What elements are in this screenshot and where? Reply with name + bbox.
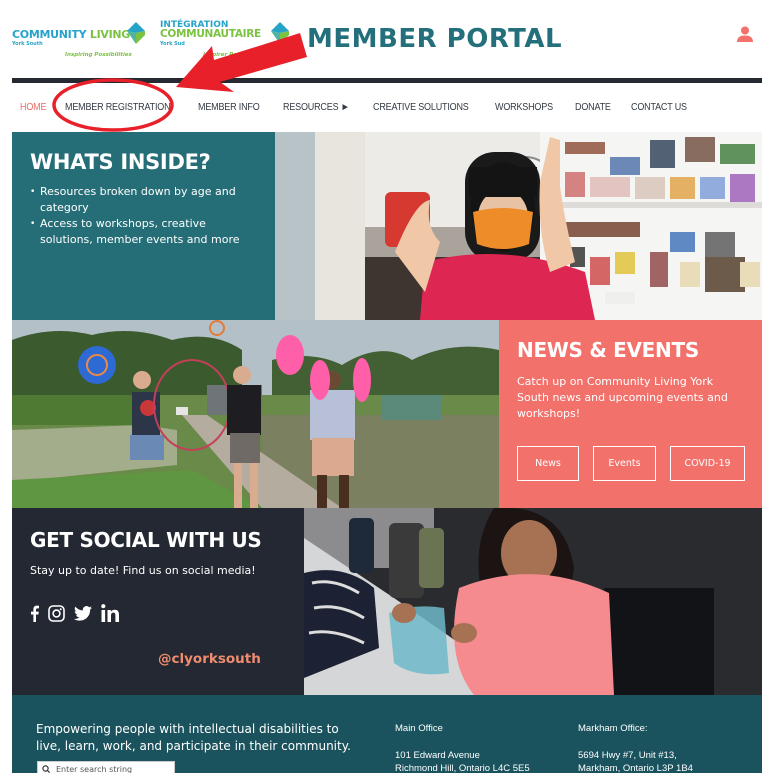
logo-word-living: LIVING bbox=[89, 28, 131, 41]
site-footer: Empowering people with intellectual disa… bbox=[12, 695, 762, 773]
social-icons bbox=[30, 604, 120, 626]
social-handle-link[interactable]: @clyorksouth bbox=[158, 651, 261, 667]
nav-workshops[interactable]: WORKSHOPS bbox=[495, 102, 553, 113]
logo-fr-tagline: Inspirer Possibilités bbox=[203, 52, 265, 58]
linkedin-icon[interactable] bbox=[101, 604, 120, 626]
whats-inside-title: WHATS INSIDE? bbox=[30, 150, 211, 174]
list-item: Access to workshops, creative solutions,… bbox=[30, 216, 257, 248]
logo-diamond-icon bbox=[127, 22, 145, 44]
news-events-text: Catch up on Community Living York South … bbox=[517, 375, 728, 420]
nav-contact-us[interactable]: CONTACT US bbox=[631, 102, 687, 113]
logo-fr-diamond-icon bbox=[271, 22, 289, 44]
logo-word-community: COMMUNITY bbox=[12, 28, 87, 41]
instagram-icon[interactable] bbox=[48, 604, 65, 626]
main-office-line2: Richmond Hill, Ontario L4C 5E5 bbox=[395, 763, 530, 773]
footer-mission: Empowering people with intellectual disa… bbox=[36, 722, 351, 753]
markham-office-line2: Markham, Ontario L3P 1B4 bbox=[578, 763, 693, 773]
main-nav: HOME MEMBER REGISTRATION MEMBER INFO RES… bbox=[12, 96, 709, 118]
photo-jumping-friends bbox=[12, 320, 499, 508]
markham-office-line1: 5694 Hwy #7, Unit #13, bbox=[578, 750, 677, 761]
news-button-group: News Events COVID-19 bbox=[517, 446, 745, 481]
community-living-logo[interactable]: COMMUNITY LIVING York South Inspiring Po… bbox=[12, 20, 147, 65]
header-divider bbox=[12, 78, 762, 83]
nav-home[interactable]: HOME bbox=[20, 102, 46, 113]
whats-inside-panel: WHATS INSIDE? Resources broken down by a… bbox=[12, 132, 275, 320]
logo-tagline: Inspiring Possibilities bbox=[65, 52, 132, 58]
logo-subtitle: York South bbox=[12, 41, 43, 47]
markham-office: Markham Office: 5694 Hwy #7, Unit #13, M… bbox=[578, 722, 693, 773]
page-title: MEMBER PORTAL bbox=[307, 24, 563, 54]
nav-donate[interactable]: DONATE bbox=[575, 102, 611, 113]
footer-search bbox=[37, 761, 175, 773]
site-header: COMMUNITY LIVING York South Inspiring Po… bbox=[0, 0, 769, 83]
search-icon[interactable] bbox=[42, 765, 50, 773]
social-title: GET SOCIAL WITH US bbox=[30, 528, 262, 552]
main-office-label: Main Office bbox=[395, 723, 443, 734]
social-text: Stay up to date! Find us on social media… bbox=[30, 564, 256, 577]
nav-resources[interactable]: RESOURCES ► bbox=[283, 102, 350, 113]
search-input[interactable] bbox=[56, 764, 166, 773]
whats-inside-list: Resources broken down by age and categor… bbox=[30, 184, 257, 248]
twitter-icon[interactable] bbox=[74, 605, 92, 625]
main-office-line1: 101 Edward Avenue bbox=[395, 750, 480, 761]
nav-member-info[interactable]: MEMBER INFO bbox=[198, 102, 260, 113]
news-events-title: NEWS & EVENTS bbox=[517, 338, 699, 362]
social-panel: GET SOCIAL WITH US Stay up to date! Find… bbox=[12, 508, 304, 695]
nav-member-registration[interactable]: MEMBER REGISTRATION bbox=[65, 102, 171, 113]
facebook-icon[interactable] bbox=[30, 605, 39, 626]
events-button[interactable]: Events bbox=[593, 446, 656, 481]
user-icon[interactable] bbox=[737, 26, 753, 43]
nav-creative-solutions[interactable]: CREATIVE SOLUTIONS bbox=[373, 102, 469, 113]
integration-communautaire-logo[interactable]: INTÉGRATION COMMUNAUTAIRE York Sud Inspi… bbox=[160, 20, 290, 65]
photo-knitting bbox=[304, 508, 762, 695]
news-events-panel: NEWS & EVENTS Catch up on Community Livi… bbox=[499, 320, 762, 508]
main-office: Main Office 101 Edward Avenue Richmond H… bbox=[395, 722, 530, 773]
markham-office-label: Markham Office: bbox=[578, 723, 648, 734]
logo-fr-subtitle: York Sud bbox=[160, 41, 185, 47]
logo-fr-word: COMMUNAUTAIRE bbox=[160, 28, 261, 40]
photo-girl-kitchen bbox=[275, 132, 762, 320]
news-button[interactable]: News bbox=[517, 446, 579, 481]
list-item: Resources broken down by age and categor… bbox=[30, 184, 257, 216]
covid-19-button[interactable]: COVID-19 bbox=[670, 446, 745, 481]
